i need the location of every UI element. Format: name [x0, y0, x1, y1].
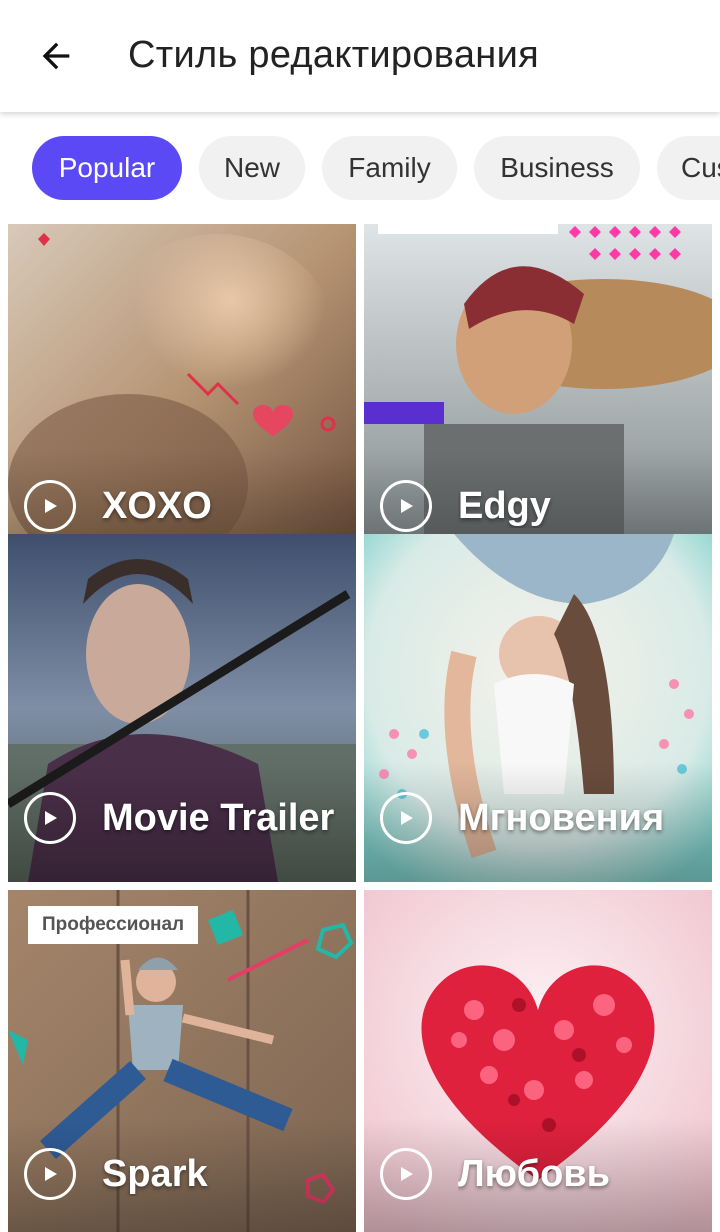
pro-badge: Профессионал	[28, 906, 199, 944]
page-title: Стиль редактирования	[128, 34, 539, 76]
style-tile-movie-trailer[interactable]: Movie Trailer	[8, 534, 356, 882]
style-tile-love[interactable]: Любовь	[364, 890, 712, 1232]
chip-new[interactable]: New	[199, 136, 305, 200]
style-grid: XOXO Edgy Movie Trailer Мгновения Профес…	[0, 220, 720, 1232]
chip-popular[interactable]: Popular	[32, 136, 182, 200]
chip-custom[interactable]: Cus	[657, 136, 720, 200]
play-icon[interactable]	[380, 792, 432, 844]
style-label: Мгновения	[458, 797, 665, 839]
play-icon[interactable]	[24, 480, 76, 532]
chip-business[interactable]: Business	[474, 136, 640, 200]
style-tile-xoxo[interactable]: XOXO	[8, 224, 356, 570]
play-icon[interactable]	[380, 480, 432, 532]
style-tile-edgy[interactable]: Edgy	[364, 224, 712, 570]
style-label: Movie Trailer	[102, 797, 335, 839]
style-label: Edgy	[458, 485, 551, 527]
style-tile-moments[interactable]: Мгновения	[364, 534, 712, 882]
style-label: Spark	[102, 1153, 208, 1195]
style-tile-spark[interactable]: Профессионал Spark	[8, 890, 356, 1232]
app-bar: Стиль редактирования	[0, 0, 720, 112]
style-label: XOXO	[102, 485, 212, 527]
style-label: Любовь	[458, 1153, 611, 1195]
tile-top-strip	[378, 224, 558, 234]
category-chips: Popular New Family Business Cus	[0, 112, 720, 220]
back-button[interactable]	[24, 28, 88, 84]
arrow-back-icon	[42, 42, 70, 70]
play-icon[interactable]	[24, 792, 76, 844]
play-icon[interactable]	[380, 1148, 432, 1200]
play-icon[interactable]	[24, 1148, 76, 1200]
chip-family[interactable]: Family	[322, 136, 457, 200]
